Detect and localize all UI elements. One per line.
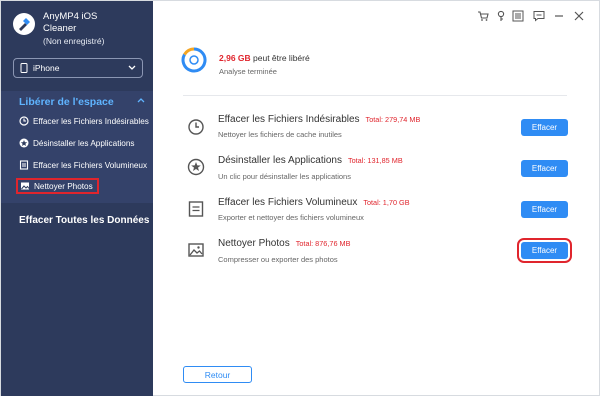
key-icon[interactable] [495,10,507,22]
row-description: Nettoyer les fichiers de cache inutiles [218,130,342,139]
row-description: Compresser ou exporter des photos [218,255,338,264]
freeable-size: 2,96 GB [219,53,251,63]
row-description: Exporter et nettoyer des fichiers volumi… [218,213,364,222]
file-icon [19,160,29,170]
app-logo-icon [13,13,35,35]
erase-all-data-item[interactable]: Effacer Toutes les Données [19,215,149,226]
row-title-text: Désinstaller les Applications [218,155,342,166]
row-total: Total: 279,74 MB [365,115,421,124]
photo-icon [21,182,30,190]
device-name: iPhone [33,63,60,73]
row-total: Total: 131,85 MB [347,156,403,165]
brand: AnyMP4 iOS Cleaner (Non enregistré) [13,11,104,47]
app-name: AnyMP4 iOS [43,11,98,22]
storage-gauge-icon [181,47,207,73]
row-title-uninstall-apps: Désinstaller les Applications Total: 131,… [218,155,403,166]
sidebar-item-junk-files[interactable]: Effacer les Fichiers Indésirables [19,116,149,126]
row-title-text: Nettoyer Photos [218,238,290,249]
row-title-text: Effacer les Fichiers Volumineux [218,197,358,208]
sidebar-item-large-files[interactable]: Effacer les Fichiers Volumineux [19,160,147,170]
erase-junk-files-button[interactable]: Effacer [521,119,568,136]
menu-icon[interactable] [512,10,524,22]
sidebar: AnyMP4 iOS Cleaner (Non enregistré) iPho… [1,1,153,396]
close-icon[interactable] [573,10,585,22]
row-title-large-files: Effacer les Fichiers Volumineux Total: 1,… [218,197,410,208]
row-title-clean-photos: Nettoyer Photos Total: 876,76 MB [218,238,350,249]
app-name-line2: Cleaner [43,23,77,34]
row-description: Un clic pour désinstaller les applicatio… [218,172,351,181]
sidebar-item-uninstall-apps[interactable]: Désinstaller les Applications [19,138,134,148]
registration-status: (Non enregistré) [43,36,105,46]
freeable-text: peut être libéré [250,53,310,63]
sidebar-item-label: Effacer les Fichiers Indésirables [33,116,149,126]
sidebar-item-label: Effacer les Fichiers Volumineux [33,160,148,170]
chevron-up-icon[interactable] [137,97,145,103]
row-total: Total: 1,70 GB [363,198,410,207]
star-icon [19,138,29,148]
section-title[interactable]: Libérer de l'espace [19,96,114,108]
row-total: Total: 876,76 MB [295,239,351,248]
sidebar-item-label: Désinstaller les Applications [33,138,135,148]
row-title-text: Effacer les Fichiers Indésirables [218,114,360,125]
feedback-icon[interactable] [533,10,545,22]
sidebar-item-label: Nettoyer Photos [34,181,93,191]
minimize-icon[interactable] [553,10,565,22]
scan-status: Analyse terminée [219,67,277,76]
clock-icon [19,116,29,126]
erase-large-files-button[interactable]: Effacer [521,201,568,218]
cart-icon[interactable] [477,10,489,22]
app-window: AnyMP4 iOS Cleaner (Non enregistré) iPho… [0,0,600,396]
row-title-junk-files: Effacer les Fichiers Indésirables Total: … [218,114,420,125]
chevron-down-icon [128,65,136,70]
back-button[interactable]: Retour [183,366,252,383]
clock-icon [188,119,204,135]
photo-icon [188,243,204,257]
divider [183,95,567,96]
device-select[interactable]: iPhone [13,58,143,78]
star-icon [187,158,205,176]
phone-icon [20,63,28,73]
file-icon [188,201,204,217]
freeable-summary: 2,96 GB peut être libéré [219,53,310,63]
uninstall-apps-button[interactable]: Effacer [521,160,568,177]
sidebar-item-clean-photos[interactable]: Nettoyer Photos [16,178,99,194]
clean-photos-button[interactable]: Effacer [517,238,572,263]
